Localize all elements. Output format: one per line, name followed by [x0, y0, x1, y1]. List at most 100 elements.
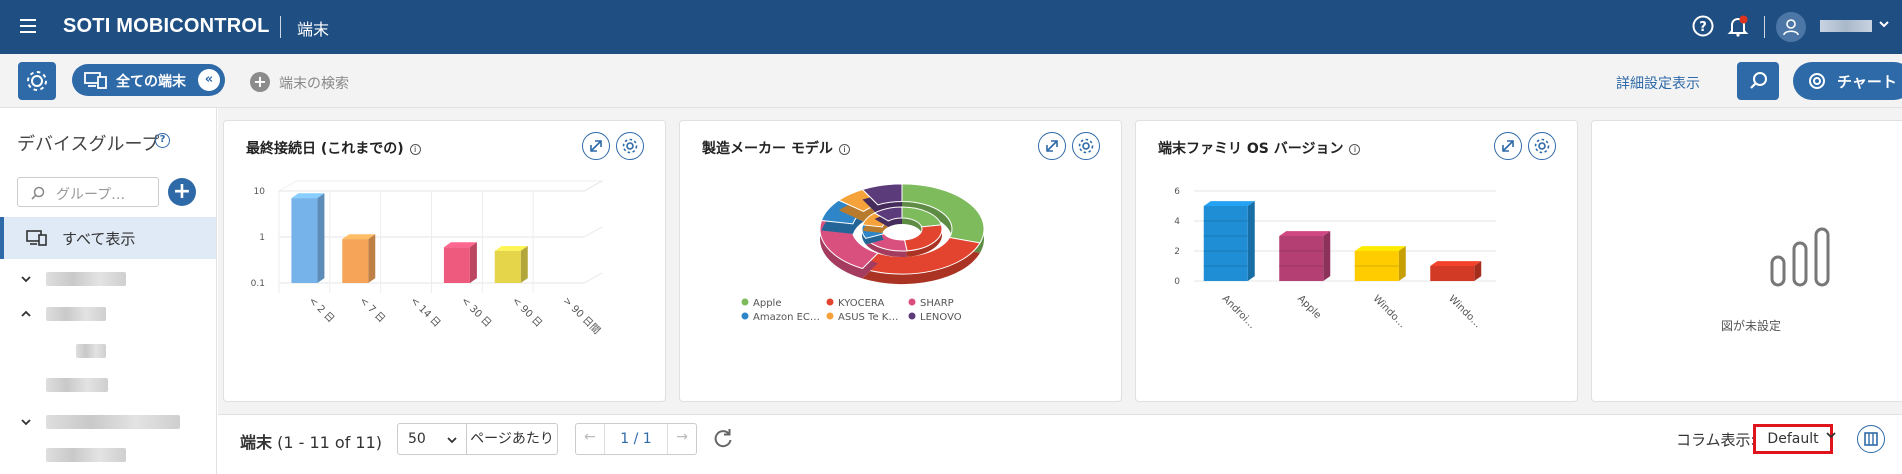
- page-indicator[interactable]: 1 / 1: [604, 424, 668, 454]
- chart-bar: [342, 234, 376, 283]
- chevron-down-icon[interactable]: [1878, 18, 1890, 30]
- chevron-up-icon[interactable]: [20, 308, 32, 320]
- refresh-icon[interactable]: [712, 427, 734, 449]
- group-search-input[interactable]: グループ…: [17, 177, 159, 207]
- gear-icon: [1078, 138, 1094, 154]
- expand-button[interactable]: [582, 132, 610, 160]
- per-page-select[interactable]: 50: [397, 423, 467, 455]
- widget-manufacturer-model: 製造メーカー モデル i Apple KYOCERA SHARP Amazon EC… A…: [679, 120, 1122, 402]
- chart-bar: [494, 245, 528, 283]
- legend-marker: [908, 298, 916, 306]
- user-name-redacted[interactable]: [1820, 20, 1872, 32]
- column-settings-button[interactable]: [1857, 425, 1885, 453]
- chevron-down-icon[interactable]: [20, 416, 32, 428]
- widget-last-connection: 最終接続日 (これまでの) i 10 1 0.1 < 2 日 < 7 日 < 14 日 < 3…: [223, 120, 666, 402]
- widget-title: 製造メーカー モデル i: [702, 138, 850, 158]
- hamburger-menu-icon[interactable]: [20, 19, 36, 33]
- chart-button[interactable]: チャート: [1793, 62, 1902, 100]
- expand-icon: [590, 140, 602, 152]
- settings-button[interactable]: [18, 62, 56, 100]
- chevron-down-icon: [447, 437, 457, 444]
- chart-bar: [1279, 231, 1331, 281]
- all-devices-chip[interactable]: 全ての端末 «: [72, 64, 225, 96]
- chart-button-label: チャート: [1837, 73, 1897, 91]
- widget-title: 端末ファミリ OS バージョン i: [1158, 138, 1361, 158]
- device-list-toolbar: 端末 (1 - 11 of 11) 50 ページあたり ← 1 / 1 → コラ…: [218, 414, 1902, 474]
- expand-icon: [1502, 140, 1514, 152]
- info-icon[interactable]: i: [1349, 144, 1361, 155]
- avatar[interactable]: [1776, 12, 1806, 42]
- sidebar-subgroup-redacted[interactable]: [76, 344, 106, 358]
- add-group-button[interactable]: +: [168, 178, 196, 206]
- y-tick-label: 4: [1174, 217, 1180, 227]
- sidebar-group-redacted[interactable]: [46, 415, 180, 429]
- user-icon: [1783, 19, 1799, 36]
- legend-marker: [826, 298, 834, 306]
- column-view-select[interactable]: Default: [1753, 424, 1833, 454]
- sidebar-group-redacted[interactable]: [46, 272, 126, 286]
- devices-icon: [84, 72, 107, 89]
- widget-settings-button[interactable]: [616, 132, 644, 160]
- legend-label: Amazon EC…: [753, 312, 820, 323]
- search-icon: [1750, 72, 1767, 89]
- brand-logo: SOTI MOBICONTROL: [63, 15, 270, 37]
- search-button[interactable]: [1737, 62, 1779, 100]
- grid-line: [583, 272, 603, 284]
- brand-divider: [280, 16, 281, 38]
- expand-button[interactable]: [1494, 132, 1522, 160]
- x-tick-label: < 30 日: [459, 295, 493, 329]
- previous-page-button[interactable]: ←: [584, 429, 596, 445]
- x-tick-label: < 90 日: [510, 295, 544, 329]
- info-icon[interactable]: i: [838, 144, 850, 155]
- sidebar-item-show-all[interactable]: すべて表示: [0, 217, 216, 259]
- outer-ring: [819, 183, 985, 285]
- x-tick-label: Androi…: [1220, 293, 1258, 331]
- manufacturer-model-chart: Apple KYOCERA SHARP Amazon EC… ASUS Te K… LEN…: [741, 183, 985, 323]
- top-bar: SOTI MOBICONTROL 端末 ?: [0, 0, 1902, 54]
- bell-alert-icon[interactable]: [1726, 14, 1750, 38]
- sidebar-group-redacted[interactable]: [46, 448, 126, 462]
- gear-icon: [27, 71, 47, 91]
- chevron-down-icon[interactable]: [20, 273, 32, 285]
- grid-line: [583, 180, 603, 192]
- sidebar-group-redacted[interactable]: [46, 307, 106, 321]
- help-icon[interactable]: ?: [1691, 14, 1715, 38]
- inner-ring: [861, 206, 943, 257]
- chart-grid: [277, 180, 604, 192]
- topbar-divider: [1764, 16, 1765, 38]
- y-tick-label: 1: [259, 233, 265, 243]
- chart-bar: [1354, 246, 1406, 281]
- group-search-placeholder: グループ…: [56, 187, 126, 203]
- grid-line: [583, 226, 603, 238]
- advanced-settings-link[interactable]: 詳細設定表示: [1616, 73, 1700, 93]
- expand-button[interactable]: [1038, 132, 1066, 160]
- x-tick-label: Windo…: [1446, 293, 1483, 330]
- sidebar-group-redacted[interactable]: [46, 378, 108, 392]
- devices-icon: [26, 230, 47, 246]
- pagination: ← 1 / 1 →: [575, 423, 697, 455]
- per-page-label: ページあたり: [466, 423, 558, 455]
- per-page-value: 50: [408, 431, 426, 447]
- chevron-down-icon[interactable]: [1824, 428, 1838, 442]
- info-icon[interactable]: i: [409, 144, 421, 155]
- widget-settings-button[interactable]: [1072, 132, 1100, 160]
- gear-icon: [1534, 138, 1550, 154]
- help-icon[interactable]: ?: [155, 133, 170, 148]
- collapse-icon[interactable]: «: [198, 69, 220, 91]
- pie-slice: [903, 224, 943, 252]
- widget-empty[interactable]: 図が未設定: [1591, 120, 1902, 402]
- search-icon: [31, 186, 45, 200]
- x-tick-label: Windo…: [1371, 293, 1408, 330]
- svg-text:?: ?: [1699, 20, 1707, 35]
- x-tick-label: < 14 日: [408, 295, 442, 329]
- add-filter-icon[interactable]: +: [250, 72, 270, 92]
- device-search-input[interactable]: 端末の検索: [279, 73, 349, 93]
- sidebar-item-label: すべて表示: [62, 230, 136, 248]
- last-connection-chart: 10 1 0.1 < 2 日 < 7 日 < 14 日 < 30 日 < 90 日 > 90 日…: [251, 180, 604, 337]
- widget-title: 最終接続日 (これまでの) i: [246, 138, 421, 158]
- next-page-button[interactable]: →: [676, 429, 688, 445]
- y-tick-label: 2: [1174, 247, 1180, 257]
- chart-bar: [443, 242, 477, 283]
- widget-settings-button[interactable]: [1528, 132, 1556, 160]
- sidebar-title: デバイスグループ: [17, 134, 160, 155]
